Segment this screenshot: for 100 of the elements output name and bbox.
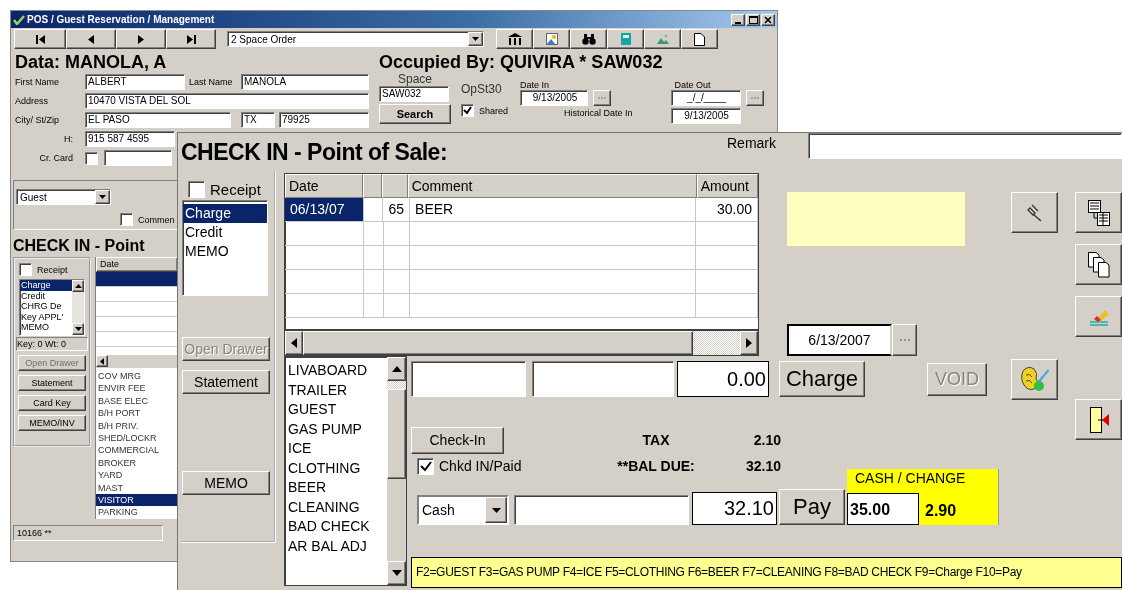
date-picker-button[interactable]	[892, 324, 917, 356]
list-item[interactable]: CLEANING	[285, 497, 387, 517]
scrollbar-thumb[interactable]	[303, 331, 693, 355]
scroll-down-button[interactable]	[72, 323, 84, 335]
date-out-field[interactable]: _/_/____	[670, 90, 741, 106]
scroll-down-button[interactable]	[387, 561, 406, 585]
input-field[interactable]	[532, 361, 674, 397]
state-field[interactable]: TX	[241, 112, 275, 128]
charge-button[interactable]: Charge	[779, 361, 865, 397]
scroll-up-button[interactable]	[387, 357, 406, 381]
type-dropdown[interactable]: Guest	[16, 189, 111, 205]
list-item[interactable]: B/H PORT	[96, 407, 178, 420]
list-item[interactable]: Credit	[183, 223, 267, 242]
list-item[interactable]: BEER	[285, 478, 387, 498]
scroll-quill-icon[interactable]	[1011, 358, 1058, 400]
landscape-icon[interactable]	[644, 29, 681, 49]
next-button[interactable]	[116, 29, 166, 49]
scrollbar[interactable]	[72, 280, 84, 335]
pay-button[interactable]: Pay	[779, 489, 845, 525]
input-field[interactable]	[514, 495, 689, 525]
binoculars-icon[interactable]	[570, 29, 607, 49]
last-record-button[interactable]	[166, 29, 216, 49]
list-item[interactable]: Charge	[183, 204, 267, 223]
last-name-field[interactable]: MANOLA	[241, 74, 369, 90]
scrollbar[interactable]	[285, 331, 758, 355]
list-item[interactable]: LIVABOARD	[285, 361, 387, 381]
scroll-up-button[interactable]	[72, 280, 84, 292]
scrollbar-thumb[interactable]	[387, 389, 406, 479]
payment-method-dropdown[interactable]: Cash	[417, 495, 509, 525]
tables-icon[interactable]	[1075, 192, 1122, 233]
date-field[interactable]: 6/13/2007	[787, 324, 892, 356]
action-button[interactable]: MEMO	[182, 471, 270, 495]
picture-icon[interactable]	[533, 29, 570, 49]
maximize-button[interactable]	[746, 13, 760, 26]
scroll-left-button[interactable]	[285, 331, 303, 355]
historical-date-field[interactable]: 9/13/2005	[670, 108, 741, 124]
list-item[interactable]: MEMO	[20, 322, 72, 333]
address-field[interactable]: 10470 VISTA DEL SOL	[85, 93, 369, 109]
remark-field[interactable]	[808, 133, 1122, 159]
date-in-field[interactable]: 9/13/2005	[520, 90, 589, 106]
action-button[interactable]: Statement	[18, 375, 86, 391]
action-button[interactable]: MEMO/INV	[18, 415, 86, 431]
list-item[interactable]: GAS PUMP	[285, 419, 387, 439]
list-item[interactable]: YARD	[96, 469, 178, 482]
receipt-checkbox[interactable]	[188, 181, 205, 198]
list-item[interactable]: Key APPL'	[20, 311, 72, 323]
pin-icon[interactable]	[1011, 192, 1058, 233]
list-item[interactable]: Charge	[20, 280, 72, 291]
list-item[interactable]: ICE	[285, 439, 387, 459]
first-name-field[interactable]: ALBERT	[85, 74, 185, 90]
list-item[interactable]: CHRG De	[20, 301, 72, 312]
shared-checkbox[interactable]	[461, 104, 474, 117]
space-field[interactable]: SAW032	[379, 86, 449, 102]
scrollbar[interactable]	[387, 357, 406, 585]
date-picker-button[interactable]	[593, 90, 612, 106]
input-field[interactable]	[411, 361, 526, 397]
calculator-icon[interactable]	[607, 29, 644, 49]
first-record-button[interactable]	[14, 29, 66, 49]
list-item[interactable]: COV MRG	[96, 370, 178, 383]
phone-field[interactable]: 915 587 4595	[85, 131, 175, 147]
close-button[interactable]	[761, 13, 775, 26]
list-item[interactable]: ENVIR FEE	[96, 382, 178, 395]
document-icon[interactable]	[681, 29, 718, 49]
comment-checkbox[interactable]	[120, 213, 133, 226]
receipt-checkbox[interactable]	[19, 263, 32, 276]
amount-field[interactable]: 0.00	[677, 361, 769, 397]
scroll-left-button[interactable]	[96, 355, 108, 367]
copy-icon[interactable]	[1075, 244, 1122, 285]
action-button[interactable]: Statement	[182, 370, 270, 394]
list-item[interactable]: MAST	[96, 481, 178, 495]
previous-button[interactable]	[66, 29, 116, 49]
list-item[interactable]: BAD CHECK	[285, 517, 387, 537]
list-item[interactable]: B/H PRIV.	[96, 419, 178, 433]
list-item[interactable]: COMMERCIAL	[96, 444, 178, 457]
building-icon[interactable]	[496, 29, 533, 49]
paid-checkbox[interactable]	[417, 457, 434, 475]
date-picker-button[interactable]	[745, 90, 764, 106]
check-in-button[interactable]: Check-In	[411, 426, 504, 454]
list-item[interactable]: SHED/LOCKR	[96, 432, 178, 445]
amount-field[interactable]: 32.10	[692, 492, 777, 525]
scroll-right-button[interactable]	[740, 331, 758, 355]
list-item[interactable]: TRAILER	[285, 380, 387, 400]
minimize-button[interactable]	[731, 13, 745, 26]
list-item[interactable]: Credit	[20, 290, 72, 302]
zip-field[interactable]: 79925	[279, 112, 369, 128]
city-field[interactable]: EL PASO	[85, 112, 231, 128]
card-checkbox[interactable]	[85, 151, 98, 165]
list-item[interactable]: CLOTHING	[285, 458, 387, 478]
list-item[interactable]: GUEST	[285, 400, 387, 420]
list-item[interactable]: AR BAL ADJ	[285, 536, 387, 556]
exit-icon[interactable]	[1075, 399, 1122, 440]
action-button[interactable]: Card Key	[18, 395, 86, 411]
order-dropdown[interactable]: 2 Space Order	[227, 31, 484, 47]
list-item[interactable]: BASE ELEC	[96, 394, 178, 408]
list-item[interactable]: VISITOR	[96, 494, 178, 507]
cash-field[interactable]: 35.00	[847, 493, 919, 525]
search-button[interactable]: Search	[379, 104, 451, 124]
list-item[interactable]: BROKER	[96, 456, 178, 470]
table-row[interactable]	[96, 272, 178, 287]
card-field[interactable]	[104, 150, 172, 166]
